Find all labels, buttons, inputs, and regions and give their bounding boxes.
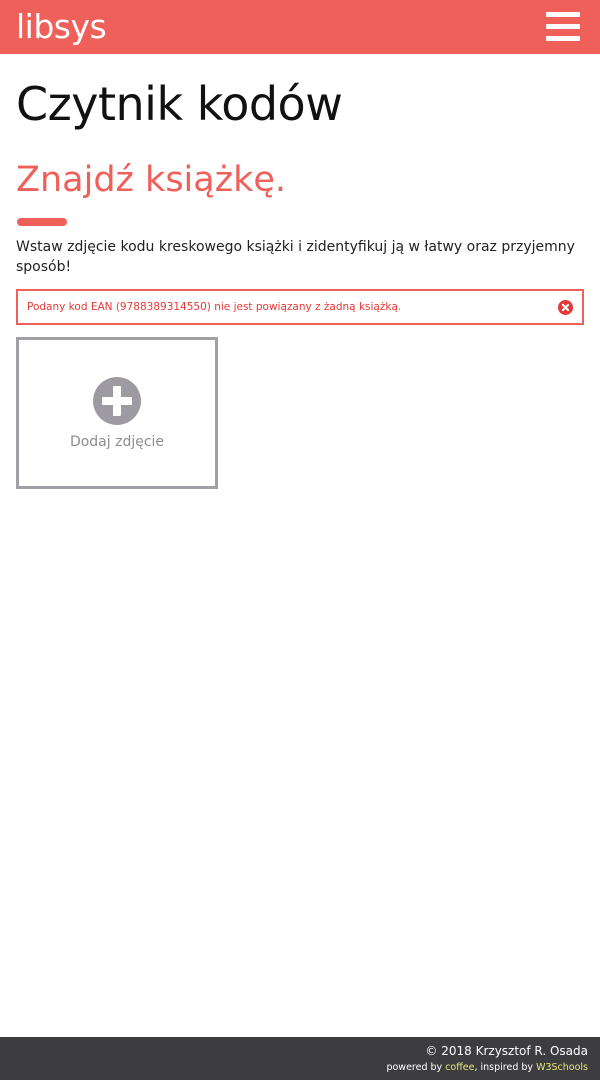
copyright-text: © 2018 Krzysztof R. Osada [425, 1044, 588, 1058]
credits-line: powered by coffee, inspired by W3Schools [386, 1061, 588, 1075]
add-photo-button[interactable]: Dodaj zdjęcie [16, 337, 218, 489]
menu-line [546, 24, 580, 29]
top-navigation-bar: libsys [0, 0, 600, 54]
accent-divider [17, 218, 67, 226]
app-logo[interactable]: libsys [16, 6, 107, 48]
page-title: Czytnik kodów [16, 77, 343, 131]
w3schools-link[interactable]: W3Schools [536, 1062, 588, 1073]
coffee-link[interactable]: coffee [445, 1062, 474, 1073]
powered-by-label: powered by [386, 1062, 446, 1073]
page-footer: © 2018 Krzysztof R. Osada powered by cof… [0, 1037, 600, 1080]
hamburger-menu-icon[interactable] [546, 12, 580, 42]
plus-circle-icon [93, 377, 141, 425]
error-message: Podany kod EAN (9788389314550) nie jest … [27, 301, 402, 313]
close-circle-icon[interactable] [558, 300, 573, 315]
inspired-by-label: , inspired by [474, 1062, 537, 1073]
add-photo-label: Dodaj zdjęcie [69, 434, 165, 450]
menu-line [546, 36, 580, 41]
menu-line [546, 12, 580, 17]
section-title: Znajdź książkę. [16, 160, 287, 200]
error-alert: Podany kod EAN (9788389314550) nie jest … [16, 289, 584, 325]
description-text: Wstaw zdjęcie kodu kreskowego książki i … [16, 239, 575, 275]
